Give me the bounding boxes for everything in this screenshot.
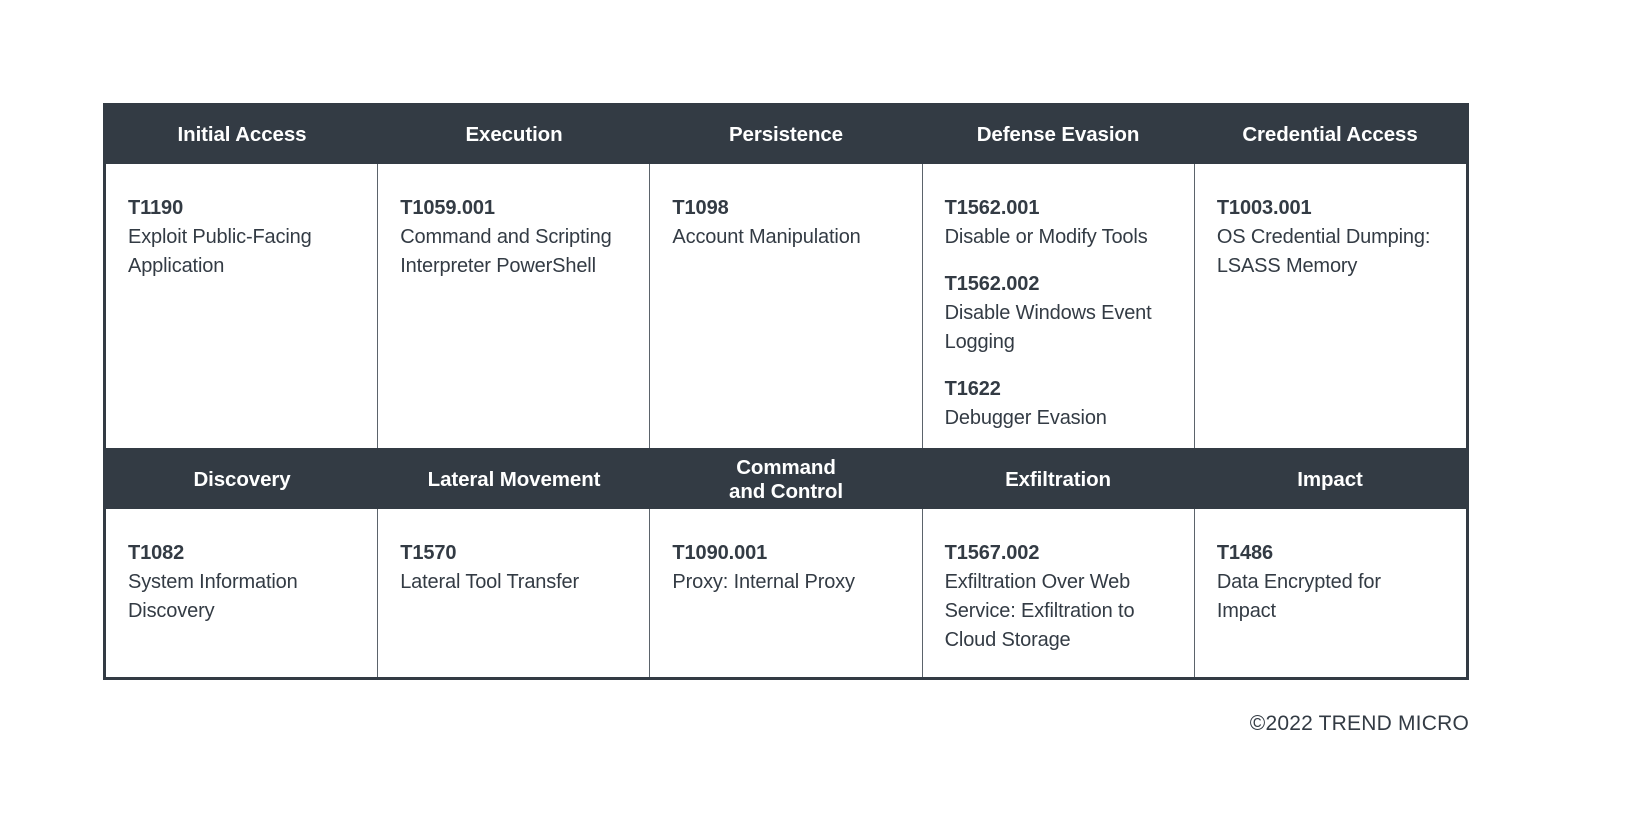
matrix-column-cell: T1570 Lateral Tool Transfer	[378, 509, 651, 677]
matrix-column-cell: T1562.001 Disable or Modify Tools T1562.00…	[923, 164, 1195, 455]
technique-id: T1003.001	[1216, 197, 1312, 219]
matrix-column-header: Execution	[378, 106, 650, 164]
technique-entry: T1567.002 Exfiltration Over Web Service: …	[945, 539, 1172, 655]
technique-name: Disable Windows Event Logging	[944, 302, 1152, 353]
technique-name: Debugger Evasion	[944, 407, 1107, 429]
technique-entry: T1570 Lateral Tool Transfer	[400, 539, 627, 597]
matrix-body-row-2: T1082 System Information Discovery T1570 La…	[106, 509, 1466, 677]
matrix-column-header-label: Initial Access	[177, 123, 307, 147]
technique-name: Command and Scripting Interpreter PowerS…	[400, 226, 612, 277]
matrix-column-header: Credential Access	[1194, 106, 1466, 164]
matrix-column-header-label: Command and Control	[729, 455, 843, 503]
matrix-column-header-label: Persistence	[728, 123, 843, 147]
technique-id: T1567.002	[944, 542, 1040, 564]
technique-name: Disable or Modify Tools	[944, 226, 1148, 248]
matrix-column-header: Defense Evasion	[922, 106, 1194, 164]
technique-entry: T1486 Data Encrypted for Impact	[1217, 539, 1444, 626]
technique-entry: T1622 Debugger Evasion	[945, 375, 1172, 433]
matrix-column-header-label: Impact	[1297, 467, 1363, 491]
technique-name: OS Credential Dumping: LSASS Memory	[1216, 226, 1431, 277]
technique-id: T1059.001	[400, 197, 495, 219]
technique-entry: T1082 System Information Discovery	[128, 539, 355, 626]
technique-name: Proxy: Internal Proxy	[672, 571, 855, 593]
matrix-column-header: Discovery	[106, 451, 378, 509]
matrix-column-cell: T1486 Data Encrypted for Impact	[1195, 509, 1466, 677]
technique-entry: T1090.001 Proxy: Internal Proxy	[672, 539, 899, 597]
matrix-header-row-2: Discovery Lateral Movement Command and Con…	[106, 451, 1466, 509]
technique-entry: T1562.002 Disable Windows Event Logging	[945, 270, 1172, 357]
technique-name: Exfiltration Over Web Service: Exfiltrat…	[944, 571, 1135, 651]
matrix-column-cell: T1082 System Information Discovery	[106, 509, 379, 677]
technique-name: Lateral Tool Transfer	[400, 571, 580, 593]
matrix-column-header: Initial Access	[106, 106, 378, 164]
matrix-column-header-label: Exfiltration	[1005, 467, 1111, 491]
technique-entry: T1059.001 Command and Scripting Interpret…	[400, 194, 627, 281]
matrix-column-cell: T1098 Account Manipulation	[650, 164, 923, 455]
technique-id: T1098	[672, 197, 729, 219]
matrix-body-row-1: T1190 Exploit Public-Facing Application T1…	[106, 164, 1466, 455]
matrix-column-header: Persistence	[650, 106, 922, 164]
technique-name: System Information Discovery	[128, 571, 298, 622]
technique-id: T1562.001	[944, 197, 1040, 219]
matrix-column-header: Command and Control	[650, 451, 922, 509]
matrix-column-header-label: Credential Access	[1242, 123, 1418, 147]
technique-entry: T1190 Exploit Public-Facing Application	[128, 194, 355, 281]
technique-id: T1570	[400, 542, 457, 564]
attack-matrix-table-1: Initial Access Execution Persistence Defens…	[103, 103, 1469, 458]
matrix-column-header-label: Defense Evasion	[976, 123, 1140, 147]
technique-entry: T1562.001 Disable or Modify Tools	[945, 194, 1172, 252]
matrix-column-cell: T1190 Exploit Public-Facing Application	[106, 164, 379, 455]
matrix-header-row-1: Initial Access Execution Persistence Defens…	[106, 106, 1466, 164]
matrix-column-header: Impact	[1194, 451, 1466, 509]
matrix-column-header-label: Execution	[465, 123, 563, 147]
technique-id: T1486	[1216, 542, 1274, 564]
technique-id: T1190	[128, 197, 184, 219]
matrix-column-cell: T1090.001 Proxy: Internal Proxy	[650, 509, 923, 677]
technique-name: Account Manipulation	[672, 226, 861, 248]
technique-id: T1622	[944, 378, 1001, 400]
technique-name: Exploit Public-Facing Application	[128, 226, 312, 277]
attack-matrix-page: Initial Access Execution Persistence Defens…	[0, 0, 1629, 830]
matrix-column-header: Lateral Movement	[378, 451, 650, 509]
matrix-column-cell: T1059.001 Command and Scripting Interpret…	[378, 164, 651, 455]
technique-entry: T1003.001 OS Credential Dumping: LSASS Me…	[1217, 194, 1444, 281]
attack-matrix-table-2: Discovery Lateral Movement Command and Con…	[103, 448, 1469, 680]
technique-id: T1082	[128, 542, 185, 564]
matrix-column-header-label: Discovery	[193, 467, 291, 491]
matrix-column-header: Exfiltration	[922, 451, 1194, 509]
technique-entry: T1098 Account Manipulation	[672, 194, 899, 252]
matrix-column-cell: T1567.002 Exfiltration Over Web Service: …	[923, 509, 1195, 677]
matrix-column-cell: T1003.001 OS Credential Dumping: LSASS Me…	[1195, 164, 1466, 455]
matrix-column-header-label: Lateral Movement	[427, 467, 601, 491]
technique-id: T1562.002	[944, 273, 1040, 295]
technique-id: T1090.001	[672, 542, 768, 564]
technique-name: Data Encrypted for Impact	[1216, 571, 1381, 622]
copyright-footer: ©2022 TREND MICRO	[1249, 712, 1469, 735]
